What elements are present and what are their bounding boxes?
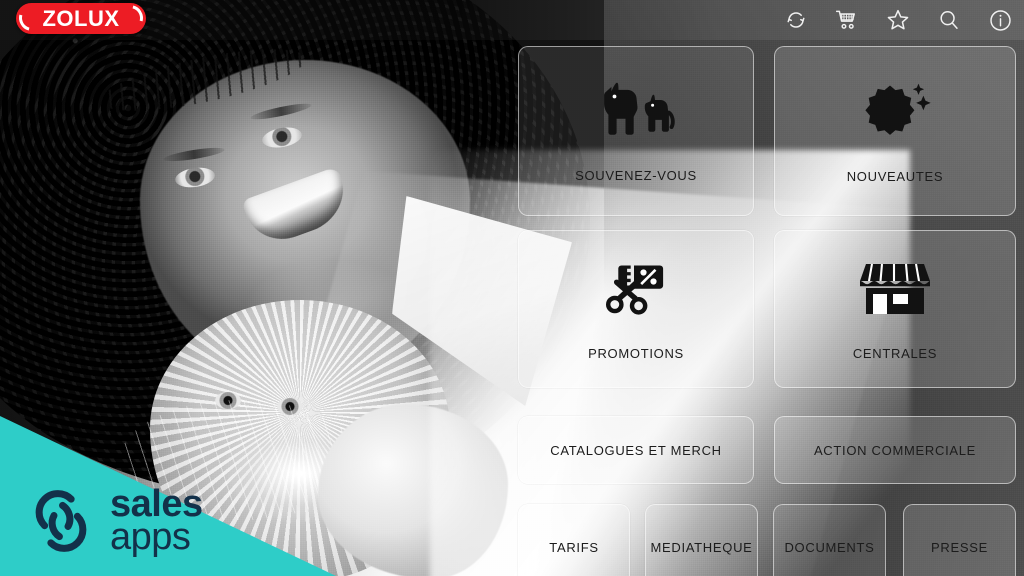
tile-label: TARIFS bbox=[549, 539, 599, 555]
dog-and-cat-icon bbox=[593, 80, 679, 142]
tile-label: SOUVENEZ-VOUS bbox=[575, 167, 697, 183]
refresh-icon[interactable] bbox=[782, 6, 810, 34]
salesapps-logo: sales apps bbox=[22, 482, 203, 560]
storefront-icon bbox=[859, 258, 931, 320]
tile-centrales[interactable]: CENTRALES bbox=[774, 230, 1016, 388]
tile-label: DOCUMENTS bbox=[784, 539, 875, 555]
tile-label: MEDIATHEQUE bbox=[650, 539, 753, 555]
tile-action-commerciale[interactable]: ACTION COMMERCIALE bbox=[774, 416, 1016, 484]
cart-icon[interactable] bbox=[833, 6, 861, 34]
tile-souvenez-vous[interactable]: SOUVENEZ-VOUS bbox=[518, 46, 754, 216]
tile-label: PRESSE bbox=[931, 539, 988, 555]
star-icon[interactable] bbox=[884, 6, 912, 34]
tile-documents[interactable]: DOCUMENTS bbox=[773, 504, 886, 576]
coupon-scissors-icon bbox=[598, 258, 674, 320]
tile-label: ACTION COMMERCIALE bbox=[813, 442, 977, 458]
app-root: ZOLUX SOUVENEZ-VOUS NOUVEAUTES PROMOTION… bbox=[0, 0, 1024, 576]
top-icon-bar bbox=[782, 0, 1014, 40]
tile-mediatheque[interactable]: MEDIATHEQUE bbox=[645, 504, 758, 576]
zolux-logo: ZOLUX bbox=[16, 3, 146, 34]
zolux-logo-text: ZOLUX bbox=[42, 5, 120, 31]
top-bar: ZOLUX bbox=[0, 0, 1024, 40]
tile-tarifs[interactable]: TARIFS bbox=[518, 504, 630, 576]
starburst-icon bbox=[857, 79, 933, 143]
tile-label: NOUVEAUTES bbox=[846, 168, 944, 184]
salesapps-mark-icon bbox=[35, 490, 87, 552]
info-icon[interactable] bbox=[986, 6, 1014, 34]
salesapps-word-apps: apps bbox=[110, 516, 191, 558]
tile-catalogues-et-merch[interactable]: CATALOGUES ET MERCH bbox=[518, 416, 754, 484]
tile-nouveautes[interactable]: NOUVEAUTES bbox=[774, 46, 1016, 216]
tile-label: PROMOTIONS bbox=[588, 345, 684, 361]
tile-label: CENTRALES bbox=[852, 345, 938, 361]
tile-promotions[interactable]: PROMOTIONS bbox=[518, 230, 754, 388]
search-icon[interactable] bbox=[935, 6, 963, 34]
tile-label: CATALOGUES ET MERCH bbox=[550, 442, 722, 458]
tile-presse[interactable]: PRESSE bbox=[903, 504, 1016, 576]
